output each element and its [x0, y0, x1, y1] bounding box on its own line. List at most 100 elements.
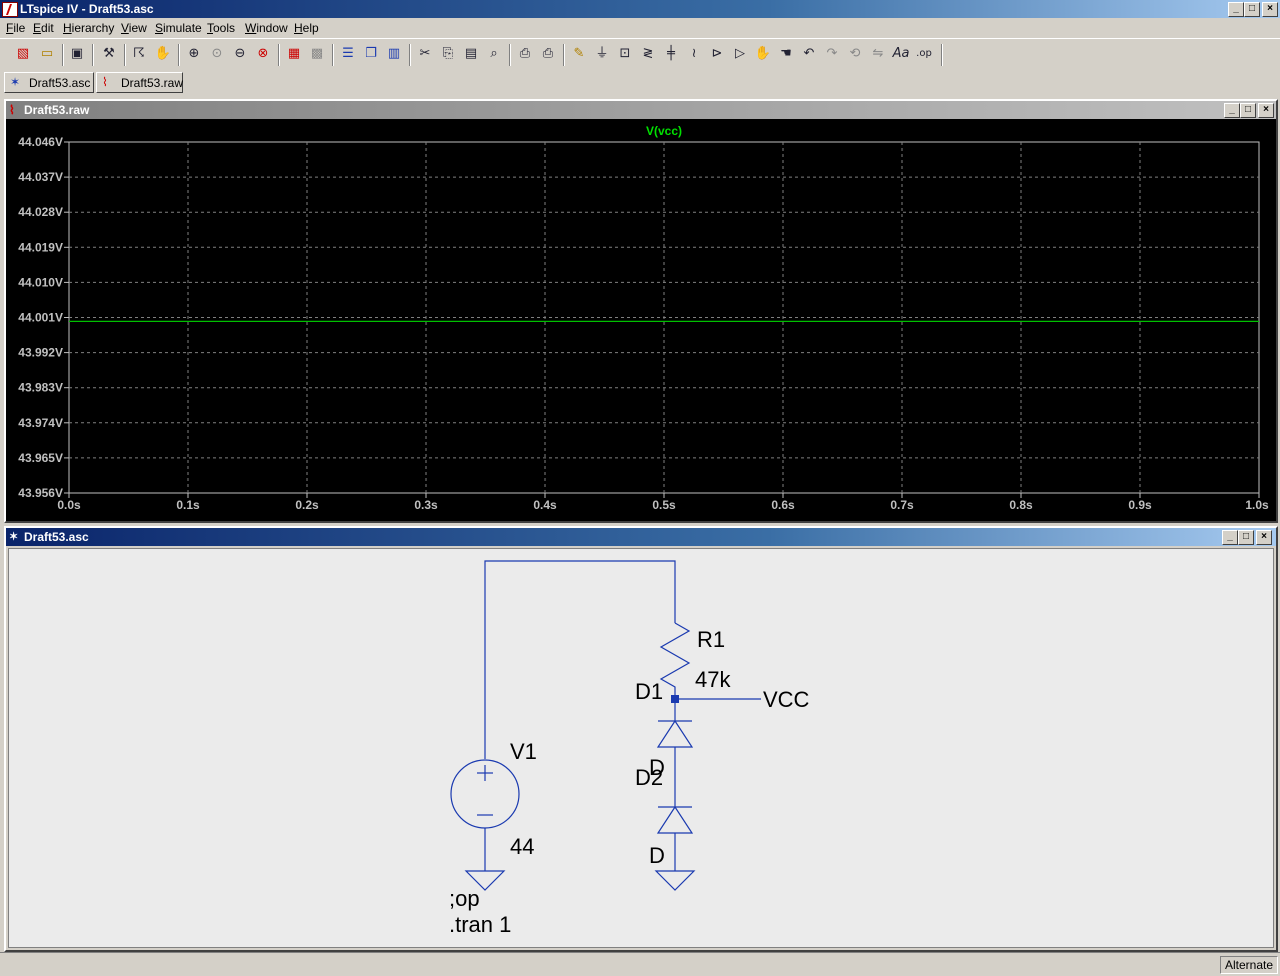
x-tick-label: 0.8s: [1009, 498, 1033, 512]
wire-top[interactable]: [484, 560, 676, 759]
ground-d2[interactable]: [654, 870, 696, 891]
menu-bar: File Edit Hierarchy View Simulate Tools …: [0, 18, 1280, 38]
cut-icon[interactable]: ✂: [416, 45, 434, 63]
toolbar-separator: [332, 44, 334, 66]
menu-file[interactable]: File: [6, 21, 25, 35]
d2-model-label[interactable]: D: [649, 843, 665, 868]
v1-value-label[interactable]: 44: [510, 834, 534, 859]
r1-value-label[interactable]: 47k: [695, 667, 731, 692]
grid-icon[interactable]: ▩: [308, 45, 326, 63]
d1-name-label[interactable]: D1: [635, 679, 663, 704]
x-tick-labels: 0.0s 0.1s 0.2s 0.3s 0.4s 0.5s 0.6s 0.7s 0.8s 0.9s…: [57, 498, 1269, 512]
spice-directive-icon[interactable]: .op: [915, 45, 933, 63]
save-icon[interactable]: ▣: [68, 45, 86, 63]
capacitor-icon[interactable]: ╪: [662, 45, 680, 63]
menu-tools[interactable]: Tools: [207, 21, 235, 35]
y-tick-label: 44.010V: [18, 275, 63, 289]
tab-waveform[interactable]: ⌇ Draft53.raw: [96, 72, 183, 93]
schematic-canvas[interactable]: R1 47k VCC D1 D D2 D V1 44 ;op .tran 1: [8, 548, 1274, 948]
schematic-maximize-button[interactable]: □: [1238, 530, 1254, 545]
zoom-in-icon[interactable]: ⊕: [185, 45, 203, 63]
resistor-icon[interactable]: ≷: [639, 45, 657, 63]
close-button[interactable]: ×: [1262, 2, 1278, 17]
trace-label-vvcc[interactable]: V(vcc): [646, 124, 682, 138]
paste-icon[interactable]: ▤: [462, 45, 480, 63]
plot-grid: [64, 141, 1260, 498]
mirror-icon[interactable]: ⇋: [869, 45, 887, 63]
zoom-pan-icon[interactable]: ⊙: [208, 45, 226, 63]
tile-vertical-icon[interactable]: ▥: [385, 45, 403, 63]
cascade-icon[interactable]: ❐: [362, 45, 380, 63]
directive-op[interactable]: ;op: [449, 886, 480, 911]
x-tick-label: 0.0s: [57, 498, 81, 512]
x-tick-label: 0.6s: [771, 498, 795, 512]
net-label-vcc[interactable]: VCC: [763, 687, 810, 712]
print-icon[interactable]: ⎙: [539, 45, 557, 63]
diode-d2-body[interactable]: [656, 805, 694, 834]
schematic-icon: ✶: [9, 531, 19, 543]
y-tick-label: 43.956V: [18, 486, 63, 500]
halt-icon[interactable]: ✋: [154, 45, 172, 63]
autorange-icon[interactable]: ▦: [285, 45, 303, 63]
toolbar-separator: [941, 44, 943, 66]
tab-schematic[interactable]: ✶ Draft53.asc: [4, 72, 94, 93]
menu-window[interactable]: Window: [245, 21, 288, 35]
toolbar-separator: [92, 44, 94, 66]
label-net-icon[interactable]: ⊡: [616, 45, 634, 63]
app-title-bar: LTspice IV - Draft53.asc _ □ ×: [0, 0, 1280, 18]
zoom-fit-icon[interactable]: ⊗: [254, 45, 272, 63]
plot-close-button[interactable]: ×: [1258, 103, 1274, 118]
diode-d1-body[interactable]: [656, 719, 694, 748]
menu-help[interactable]: Help: [294, 21, 319, 35]
schematic-minimize-button[interactable]: _: [1222, 530, 1238, 545]
control-panel-icon[interactable]: ⚒: [100, 45, 118, 63]
waveform-icon: ⌇: [102, 75, 108, 89]
print-setup-icon[interactable]: ⎙: [516, 45, 534, 63]
waveform-window-title-bar: ⌇ Draft53.raw _ □ ×: [6, 101, 1276, 119]
plot-minimize-button[interactable]: _: [1224, 103, 1240, 118]
y-tick-labels: 44.046V 44.037V 44.028V 44.019V 44.010V 44.00…: [18, 135, 63, 500]
d2-name-label[interactable]: D2: [635, 765, 663, 790]
undo-icon[interactable]: ↶: [800, 45, 818, 63]
r1-name-label[interactable]: R1: [697, 627, 725, 652]
y-tick-label: 44.001V: [18, 311, 63, 325]
resistor-r1[interactable]: [659, 622, 691, 699]
minimize-button[interactable]: _: [1228, 2, 1244, 17]
inductor-icon[interactable]: ≀: [685, 45, 703, 63]
drag-icon[interactable]: ☚: [777, 45, 795, 63]
menu-simulate[interactable]: Simulate: [155, 21, 202, 35]
v1-name-label[interactable]: V1: [510, 739, 537, 764]
menu-view[interactable]: View: [121, 21, 147, 35]
diode-icon[interactable]: ⊳: [708, 45, 726, 63]
waveform-plot-area[interactable]: V(vcc) 44.046V 44.037V 44.028V 44.019V 44.01…: [6, 119, 1276, 521]
find-icon[interactable]: ⌕: [485, 45, 503, 63]
schematic-close-button[interactable]: ×: [1256, 530, 1272, 545]
restore-button[interactable]: □: [1244, 2, 1260, 17]
x-tick-label: 0.3s: [414, 498, 438, 512]
copy-icon[interactable]: ⎘: [439, 45, 457, 63]
redo-icon[interactable]: ↷: [823, 45, 841, 63]
toolbar: ▧ ▭ ▣ ⚒ ☈ ✋ ⊕ ⊙ ⊖ ⊗ ▦ ▩ ☰ ❐ ▥ ✂ ⎘ ▤ ⌕ ⎙ …: [0, 38, 1280, 72]
toolbar-separator: [563, 44, 565, 66]
wire-icon[interactable]: ✎: [570, 45, 588, 63]
tile-horizontal-icon[interactable]: ☰: [339, 45, 357, 63]
plot-maximize-button[interactable]: □: [1240, 103, 1256, 118]
y-tick-label: 43.965V: [18, 451, 63, 465]
zoom-out-icon[interactable]: ⊖: [231, 45, 249, 63]
y-tick-label: 44.046V: [18, 135, 63, 149]
y-tick-label: 44.037V: [18, 170, 63, 184]
run-icon[interactable]: ☈: [130, 45, 148, 63]
text-icon[interactable]: Aa: [892, 45, 910, 63]
move-icon[interactable]: ✋: [754, 45, 772, 63]
y-tick-label: 44.028V: [18, 205, 63, 219]
y-tick-label: 43.992V: [18, 346, 63, 360]
open-icon[interactable]: ▭: [38, 45, 56, 63]
menu-edit[interactable]: Edit: [33, 21, 54, 35]
new-schematic-icon[interactable]: ▧: [14, 45, 32, 63]
ground-icon[interactable]: ⏚: [593, 45, 611, 63]
menu-hierarchy[interactable]: Hierarchy: [63, 21, 114, 35]
tab-label: Draft53.asc: [29, 76, 91, 90]
directive-tran[interactable]: .tran 1: [449, 912, 511, 937]
component-icon[interactable]: ▷: [731, 45, 749, 63]
rotate-icon[interactable]: ⟲: [846, 45, 864, 63]
